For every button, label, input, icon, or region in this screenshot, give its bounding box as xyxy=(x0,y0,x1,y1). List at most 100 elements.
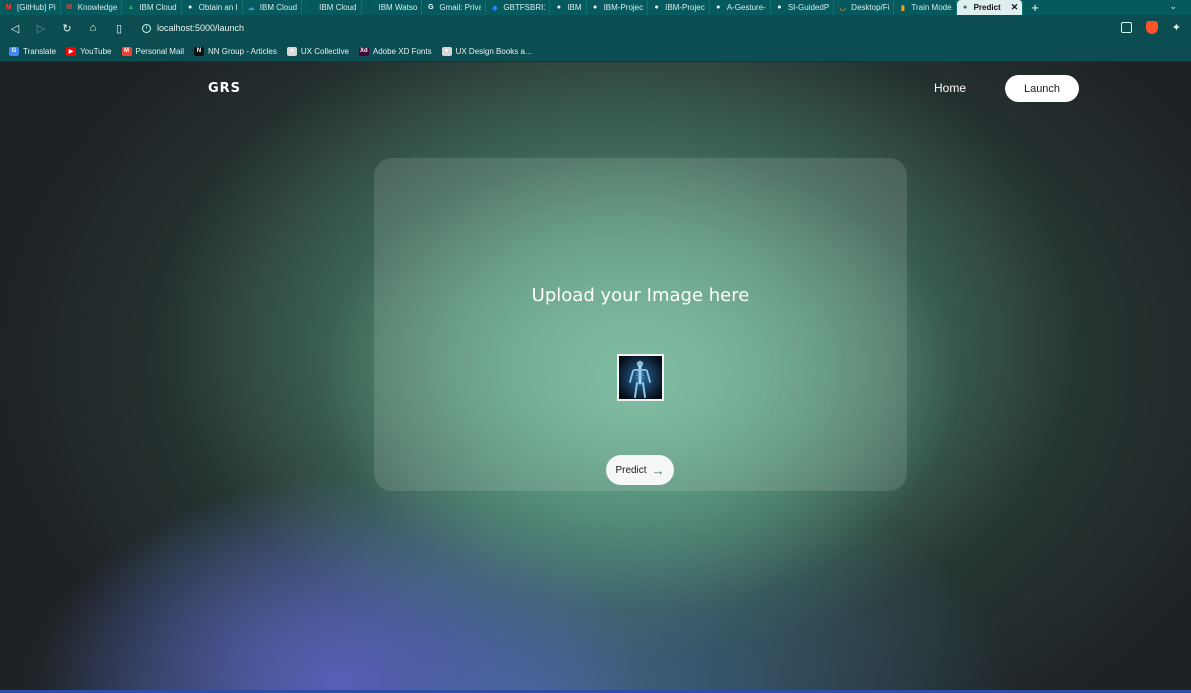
tab-label: [GitHub] Pi xyxy=(17,3,56,12)
site-logo[interactable]: GRS xyxy=(208,81,241,96)
upload-card: Upload your Image here Predict → xyxy=(374,158,907,491)
predict-label: Predict xyxy=(615,464,647,476)
reload-icon[interactable]: ↻ xyxy=(60,21,74,35)
tab-label: Obtain an I xyxy=(198,3,238,12)
bookmark-label: Personal Mail xyxy=(135,46,184,56)
bookmark-label: NN Group - Articles xyxy=(207,46,277,56)
github-icon: ● xyxy=(654,4,659,11)
xray-skeleton-icon xyxy=(619,356,662,399)
globe-icon: ● xyxy=(286,46,297,56)
globe-icon: ● xyxy=(556,4,561,11)
back-icon[interactable]: ◁ xyxy=(8,21,22,35)
bookmark-label: UX Collective xyxy=(300,46,349,56)
browser-tab[interactable]: ● SI-GuidedP xyxy=(771,0,835,15)
bookmark-label: YouTube xyxy=(80,46,112,56)
browser-toolbar: ◁ ▷ ↻ ⌂ ▯ i localhost:5000/launch ✦ xyxy=(0,15,1191,41)
youtube-icon: ▶ xyxy=(66,46,77,56)
forward-icon[interactable]: ▷ xyxy=(34,21,48,35)
jira-icon: ◆ xyxy=(492,4,498,12)
adobe-xd-icon: Xd xyxy=(358,46,369,56)
gmail-icon: M xyxy=(66,4,73,11)
google-icon: G xyxy=(428,4,434,11)
bookmark-item[interactable]: N NN Group - Articles xyxy=(193,46,277,56)
home-icon[interactable]: ⌂ xyxy=(86,21,100,35)
tab-label: IBM Cloud xyxy=(139,3,177,12)
browser-tab[interactable]: ◡ Desktop/Fi xyxy=(834,0,895,15)
nngroup-icon: N xyxy=(193,46,204,56)
ibm-cloud-icon: ☁ xyxy=(247,4,255,12)
tab-label: IBM Cloud xyxy=(259,3,298,12)
tab-label: A-Gesture- xyxy=(726,3,766,12)
browser-tab[interactable]: ◌ IBM Cloud xyxy=(302,0,362,15)
tab-label: Desktop/Fi xyxy=(851,3,890,12)
share-icon[interactable] xyxy=(1120,22,1132,33)
github-icon: ● xyxy=(716,4,721,11)
nav-home-link[interactable]: Home xyxy=(934,81,966,95)
browser-tab[interactable]: ● IBM-Projec xyxy=(648,0,710,15)
bookmark-item[interactable]: Xd Adobe XD Fonts xyxy=(358,46,432,56)
bookmark-item[interactable]: ▶ YouTube xyxy=(66,46,112,56)
tab-label: Predict xyxy=(973,3,1001,12)
site-info-icon[interactable]: i xyxy=(142,23,151,33)
browser-tab[interactable]: ● IBM xyxy=(550,0,587,15)
gmail-icon: M xyxy=(5,4,12,11)
upload-title: Upload your Image here xyxy=(531,285,750,306)
tab-label: IBM Cloud xyxy=(319,3,357,12)
bookmark-label: Adobe XD Fonts xyxy=(372,46,432,56)
bookmark-item[interactable]: ● UX Collective xyxy=(286,46,349,56)
tab-label: GBTFSBRI1 xyxy=(503,3,546,12)
watson-icon: ◌ xyxy=(367,4,373,11)
extensions-icon[interactable]: ✦ xyxy=(1172,21,1181,34)
browser-tab[interactable]: ● Obtain an I xyxy=(182,0,243,15)
address-text[interactable]: localhost:5000/launch xyxy=(157,23,244,33)
tab-label: Gmail: Priva xyxy=(439,3,482,12)
new-tab-button[interactable]: + xyxy=(1023,0,1047,15)
browser-tab[interactable]: ● A-Gesture- xyxy=(710,0,771,15)
browser-tab[interactable]: M Knowledge xyxy=(61,0,123,15)
browser-tab[interactable]: M [GitHub] Pi xyxy=(0,0,61,15)
translate-icon: G xyxy=(9,46,19,56)
arrow-right-icon: → xyxy=(651,462,665,478)
browser-tab[interactable]: ▮ Train Mode xyxy=(894,0,957,15)
bookmark-label: Translate xyxy=(23,46,57,56)
browser-tab[interactable]: ☁ IBM Cloud xyxy=(243,0,303,15)
gmail-icon: M xyxy=(121,46,132,56)
tab-label: IBM-Projec xyxy=(665,3,705,12)
tab-list-icon[interactable]: ⌄ xyxy=(1169,1,1177,12)
address-bar[interactable]: i localhost:5000/launch xyxy=(142,23,244,33)
tab-label: IBM Watso xyxy=(378,3,418,12)
tab-label: IBM xyxy=(567,3,582,12)
page-viewport: GRS Home Launch Upload your Image here P… xyxy=(0,62,1191,693)
browser-tab[interactable]: ▲ IBM Cloud xyxy=(122,0,182,15)
browser-tab[interactable]: ● Predict ✕ xyxy=(956,0,1024,15)
nav-launch-button[interactable]: Launch xyxy=(1005,75,1079,102)
brave-shield-icon[interactable] xyxy=(1145,21,1158,34)
close-tab-icon[interactable]: ✕ xyxy=(1011,2,1019,13)
browser-tab[interactable]: ◌ IBM Watso xyxy=(362,0,423,15)
browser-tab[interactable]: G Gmail: Priva xyxy=(422,0,487,15)
browser-tab[interactable]: ◆ GBTFSBRI1 xyxy=(486,0,551,15)
bookmark-item[interactable]: G Translate xyxy=(9,46,57,56)
globe-icon: ● xyxy=(962,4,968,11)
tab-label: Knowledge xyxy=(77,3,118,12)
bookmarks-bar: G Translate ▶ YouTube M Personal Mail N NN Grou… xyxy=(0,41,1191,62)
ibm-cloud-icon: ◌ xyxy=(308,4,313,11)
bookmark-icon[interactable]: ▯ xyxy=(112,21,126,35)
predict-button[interactable]: Predict → xyxy=(606,455,674,485)
uploaded-image-thumbnail[interactable] xyxy=(617,354,664,401)
globe-icon: ● xyxy=(188,4,193,11)
tab-label: Train Mode xyxy=(911,3,952,12)
github-icon: ● xyxy=(777,4,782,11)
browser-tab-bar: M [GitHub] Pi M Knowledge ▲ IBM Cloud ● Obtain … xyxy=(0,0,1191,15)
browser-tab[interactable]: ● IBM-Projec xyxy=(587,0,649,15)
tab-label: IBM-Projec xyxy=(603,3,644,12)
globe-icon: ● xyxy=(441,46,452,56)
bookmark-item[interactable]: ● UX Design Books a... xyxy=(441,46,532,56)
drive-icon: ▲ xyxy=(127,4,135,11)
jupyter-icon: ◡ xyxy=(839,4,846,12)
notebook-icon: ▮ xyxy=(900,4,905,12)
bookmark-label: UX Design Books a... xyxy=(455,46,532,56)
github-icon: ● xyxy=(592,4,598,11)
tab-label: SI-GuidedP xyxy=(787,3,830,12)
bookmark-item[interactable]: M Personal Mail xyxy=(121,46,184,56)
